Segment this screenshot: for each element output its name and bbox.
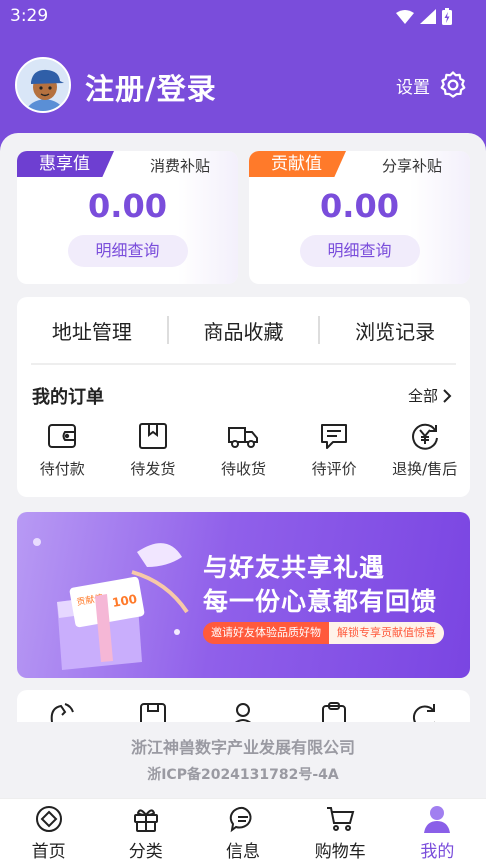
order-refund-aftersale[interactable]: 退换/售后	[379, 422, 470, 479]
tab-label: 首页	[31, 842, 66, 862]
tab-label: 购物车	[314, 842, 366, 862]
company-footer: 浙江神兽数字产业发展有限公司 浙ICP备2024131782号-4A	[0, 722, 486, 798]
browsing-history-link[interactable]: 浏览记录	[320, 316, 470, 345]
settings-button[interactable]: 设置	[396, 70, 468, 100]
person-icon	[235, 703, 252, 722]
account-panel: 地址管理 商品收藏 浏览记录 我的订单 全部 待付款 待发货 待收货 待评价 退…	[17, 297, 470, 497]
status-bar: 3:29	[0, 0, 486, 34]
package-icon	[138, 423, 167, 449]
battery-icon	[442, 8, 452, 25]
tab-messages[interactable]: 信息	[194, 799, 291, 864]
refresh-icon	[412, 704, 435, 722]
all-orders-link[interactable]: 全部	[408, 385, 452, 406]
consumption-subsidy-label: 消费补贴	[149, 157, 210, 175]
message-icon	[229, 806, 252, 833]
service-item[interactable]	[289, 690, 380, 722]
home-icon	[35, 806, 62, 832]
divider	[31, 363, 456, 365]
calendar-icon	[139, 703, 166, 722]
wifi-icon	[396, 9, 414, 24]
status-time: 3:29	[10, 6, 49, 26]
benefit-value-amount: 0.00	[88, 187, 167, 225]
order-item-label: 待收货	[220, 460, 266, 478]
order-pending-shipment[interactable]: 待发货	[108, 422, 199, 479]
settings-label: 设置	[396, 77, 430, 98]
signal-icon	[420, 9, 436, 24]
benefit-value-tag: 惠享值	[17, 151, 114, 177]
invite-friends-banner[interactable]: 贡献值 100 与好友共享礼遇 每一份心意都有回馈 邀请好友体验品质好物 解锁专…	[17, 512, 470, 678]
company-name: 浙江神兽数字产业发展有限公司	[130, 738, 355, 757]
order-pending-payment[interactable]: 待付款	[17, 422, 108, 479]
order-status-row: 待付款 待发货 待收货 待评价 退换/售后	[17, 422, 470, 479]
banner-headline: 与好友共享礼遇	[203, 553, 386, 582]
gift-icon	[133, 809, 158, 832]
all-orders-label: 全部	[407, 387, 438, 405]
cart-icon	[327, 807, 355, 831]
chevron-right-icon	[443, 388, 452, 403]
tab-label: 分类	[128, 842, 163, 862]
banner-subheadline: 每一份心意都有回馈	[203, 587, 438, 616]
favorites-link[interactable]: 商品收藏	[169, 316, 319, 345]
status-icons	[396, 8, 452, 25]
benefit-detail-button[interactable]: 明细查询	[67, 235, 188, 267]
order-item-label: 待付款	[39, 460, 85, 478]
share-subsidy-label: 分享补贴	[381, 157, 442, 175]
tab-category[interactable]: 分类	[97, 799, 194, 864]
order-item-label: 待评价	[311, 460, 357, 478]
tab-cart[interactable]: 购物车	[292, 799, 389, 864]
icp-number: 浙ICP备2024131782号-4A	[147, 767, 339, 783]
banner-pill-left: 邀请好友体验品质好物	[203, 622, 329, 644]
service-item[interactable]	[198, 690, 289, 722]
gift-box-illustration: 贡献值 100	[33, 538, 189, 670]
services-panel	[17, 690, 470, 722]
order-item-label: 待发货	[130, 460, 176, 478]
avatar[interactable]	[15, 57, 71, 113]
service-item[interactable]	[17, 690, 108, 722]
truck-icon	[228, 427, 259, 448]
clipboard-icon	[322, 702, 347, 722]
order-pending-receipt[interactable]: 待收货	[198, 422, 289, 479]
order-item-label: 退换/售后	[392, 460, 458, 478]
login-register-link[interactable]: 注册/登录	[85, 66, 217, 108]
benefit-value-card: 惠享值 消费补贴 0.00 明细查询	[17, 151, 238, 284]
contribution-value-tag: 贡献值	[249, 151, 346, 177]
contribution-value-amount: 0.00	[320, 187, 399, 225]
service-item[interactable]	[379, 690, 470, 722]
order-pending-review[interactable]: 待评价	[289, 422, 380, 479]
quick-links: 地址管理 商品收藏 浏览记录	[17, 297, 470, 363]
service-item[interactable]	[108, 690, 199, 722]
refund-icon	[411, 423, 438, 450]
tab-home[interactable]: 首页	[0, 799, 97, 864]
comment-icon	[321, 424, 348, 449]
contribution-value-card: 贡献值 分享补贴 0.00 明细查询	[249, 151, 470, 284]
banner-pill-right: 解锁专享贡献值惊喜	[329, 622, 444, 644]
tab-label: 信息	[226, 842, 260, 862]
tab-profile[interactable]: 我的	[389, 799, 486, 864]
my-orders-title: 我的订单	[32, 387, 104, 408]
contribution-detail-button[interactable]: 明细查询	[299, 235, 420, 267]
bottom-tab-bar: 首页 分类 信息 购物车 我的	[0, 798, 486, 864]
address-management-link[interactable]: 地址管理	[17, 316, 167, 345]
banner-pill: 邀请好友体验品质好物 解锁专享贡献值惊喜	[203, 622, 444, 644]
wallet-icon	[48, 424, 77, 448]
tab-label: 我的	[420, 842, 455, 862]
phone-icon	[51, 703, 75, 722]
gear-icon	[440, 71, 466, 98]
user-icon	[424, 806, 451, 833]
